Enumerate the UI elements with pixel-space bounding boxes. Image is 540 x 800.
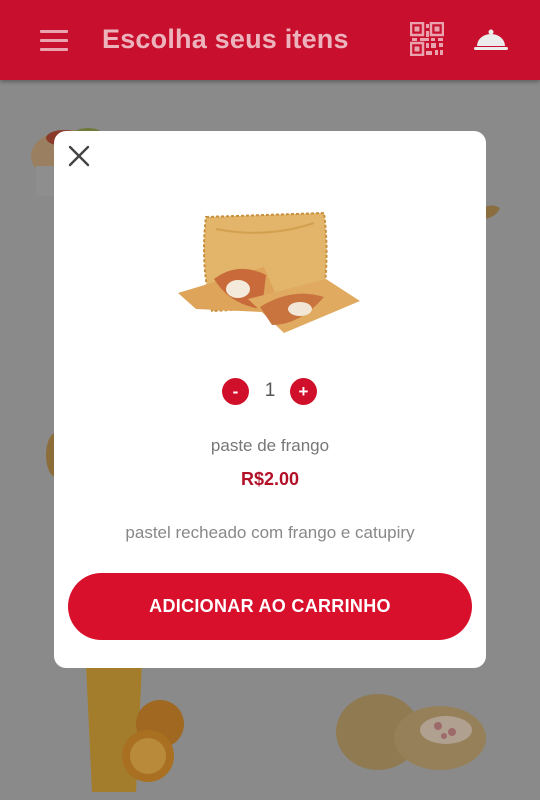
product-name: paste de frango [210, 436, 330, 455]
quantity-stepper: - 1 + [54, 376, 486, 406]
product-price: R$2.00 [240, 469, 300, 489]
add-to-cart-button[interactable]: ADICIONAR AO CARRINHO [68, 573, 472, 640]
product-dialog: - 1 + paste de frango R$2.00 pastel rech… [54, 131, 486, 668]
hamburger-menu-icon[interactable] [40, 30, 68, 52]
pastel-image [178, 211, 360, 333]
decrease-quantity-button[interactable]: - [222, 378, 249, 405]
close-icon[interactable] [67, 144, 91, 168]
qr-code-icon[interactable] [410, 22, 444, 56]
cheese-bread-image [336, 694, 486, 770]
page-title: Escolha seus itens [102, 24, 349, 54]
orange-juice-image [86, 664, 184, 792]
food-cloche-icon[interactable] [474, 28, 508, 52]
increase-quantity-button[interactable]: + [290, 378, 317, 405]
app-bar: Escolha seus itens [0, 0, 540, 80]
quantity-value: 1 [264, 380, 276, 401]
product-description: pastel recheado com frango e catupiry [125, 523, 415, 542]
